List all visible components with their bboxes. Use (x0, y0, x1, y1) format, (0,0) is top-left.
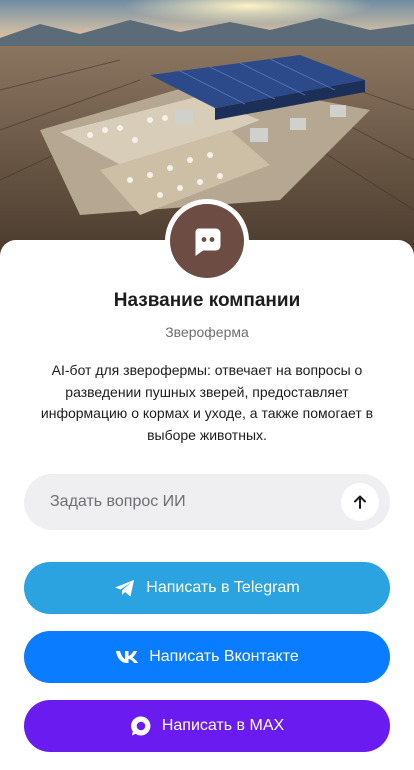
ask-ai-field[interactable] (24, 474, 390, 530)
avatar (165, 199, 249, 283)
telegram-button[interactable]: Написать в Telegram (24, 562, 390, 614)
company-description: AI-бот для зверофермы: отвечает на вопро… (40, 362, 374, 443)
vk-icon (115, 650, 139, 664)
send-button[interactable] (341, 483, 379, 521)
vk-button-label: Написать Вконтакте (149, 648, 299, 665)
arrow-up-icon (354, 495, 366, 509)
telegram-icon (114, 578, 136, 598)
ask-ai-input[interactable] (48, 492, 341, 512)
company-name: Название компании (113, 290, 301, 311)
chat-bot-icon (170, 204, 244, 278)
vk-button[interactable]: Написать Вконтакте (24, 631, 390, 683)
max-icon (130, 715, 152, 737)
max-button-label: Написать в MAX (161, 717, 285, 734)
max-button[interactable]: Написать в MAX (24, 700, 390, 752)
company-category: Звероферма (165, 324, 249, 340)
telegram-button-label: Написать в Telegram (146, 579, 300, 596)
